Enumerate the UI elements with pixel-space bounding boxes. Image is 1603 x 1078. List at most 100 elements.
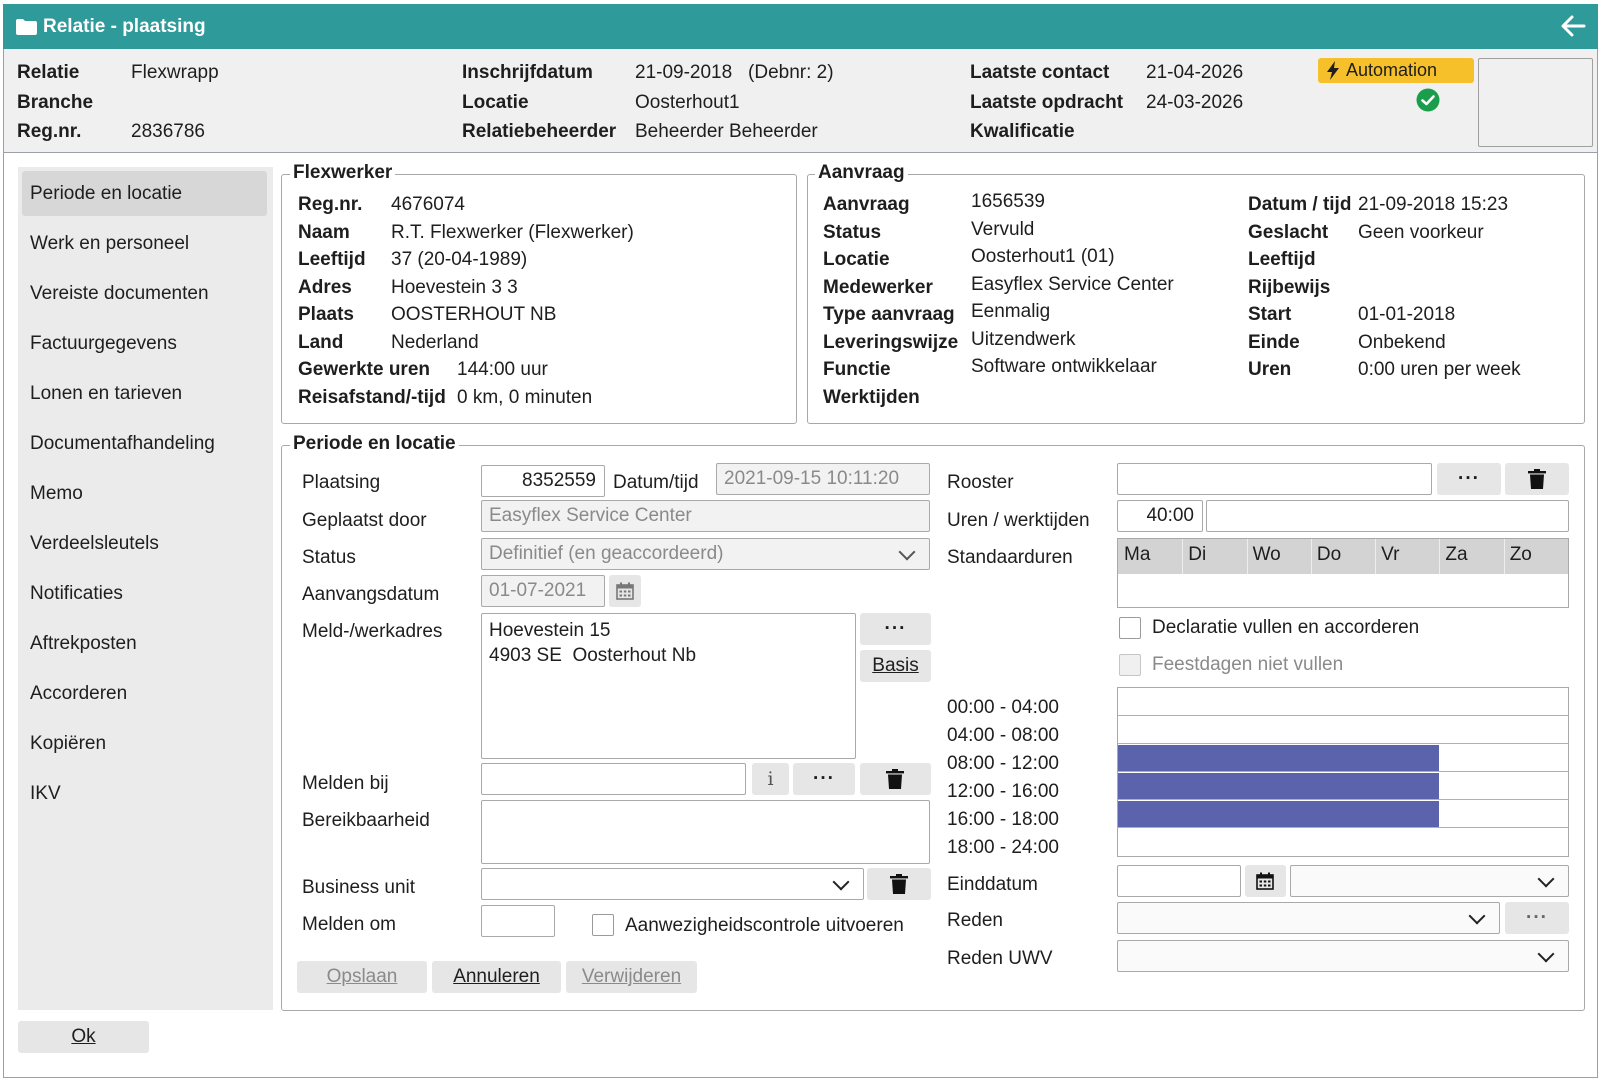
sidebar-item-kopieren[interactable]: Kopiëren (22, 721, 267, 766)
locatie-value: Oosterhout1 (635, 92, 740, 113)
opslaan-button[interactable]: Opslaan (297, 961, 427, 993)
relatie-value: Flexwrapp (131, 62, 219, 83)
rooster-more-button[interactable]: ··· (1437, 463, 1501, 495)
fw-regnr-label: Reg.nr. (298, 194, 363, 215)
chevron-down-icon (1537, 945, 1555, 963)
time-slot-label: 12:00 - 16:00 (947, 781, 1059, 802)
fw-reisafstand-label: Reisafstand/-tijd (298, 387, 446, 408)
chevron-down-icon (898, 543, 916, 561)
datumtijd-field[interactable]: 2021-09-15 10:11:20 (716, 463, 930, 495)
schedule-row[interactable] (1118, 688, 1568, 716)
av-rijbewijs-label: Rijbewijs (1248, 277, 1331, 298)
bereikbaarheid-textarea[interactable] (481, 800, 930, 864)
schedule-row[interactable] (1118, 716, 1568, 744)
schedule-row[interactable] (1118, 800, 1568, 828)
plaatsing-field[interactable]: 8352559 (481, 465, 605, 497)
sidebar-item-werk-en-personeel[interactable]: Werk en personeel (22, 221, 267, 266)
inschrijfdatum-label: Inschrijfdatum (462, 62, 593, 83)
regnr-value: 2836786 (131, 121, 205, 142)
meldadres-more-button[interactable]: ··· (860, 613, 931, 645)
av-type-value: Eenmalig (971, 301, 1051, 322)
schedule-row[interactable] (1118, 744, 1568, 772)
automation-badge[interactable]: Automation (1318, 58, 1474, 83)
schedule-fill-bar[interactable] (1118, 773, 1439, 799)
sidebar-item-documentafhandeling[interactable]: Documentafhandeling (22, 421, 267, 466)
schedule-row[interactable] (1118, 772, 1568, 800)
regnr-label: Reg.nr. (17, 121, 82, 142)
einddatum-field[interactable] (1117, 865, 1241, 897)
reden-uwv-select[interactable] (1117, 940, 1569, 972)
business-unit-label: Business unit (302, 877, 416, 898)
back-arrow-icon[interactable] (1560, 14, 1586, 38)
reden-more-button[interactable]: ··· (1505, 902, 1569, 934)
meldadres-label: Meld-/werkadres (302, 621, 443, 642)
laatste-contact-value: 21-04-2026 (1146, 62, 1244, 83)
sidebar-item-ikv[interactable]: IKV (22, 771, 267, 816)
basis-button[interactable]: Basis (860, 650, 931, 682)
reden-select[interactable] (1117, 902, 1500, 934)
meldadres-line1: Hoevestein 15 (489, 620, 611, 641)
time-slot-label: 04:00 - 08:00 (947, 725, 1059, 746)
day-separator (1182, 539, 1184, 574)
info-button[interactable]: i (752, 763, 789, 795)
status-value: Definitief (en geaccordeerd) (489, 543, 724, 564)
uren-field[interactable]: 40:00 (1117, 500, 1203, 532)
geplaatst-door-field[interactable]: Easyflex Service Center (481, 500, 930, 532)
declaratie-checkbox[interactable] (1119, 617, 1141, 639)
fw-land-label: Land (298, 332, 344, 353)
aanvangsdatum-label: Aanvangsdatum (302, 584, 440, 605)
sidebar-item-periode-en-locatie[interactable]: Periode en locatie (22, 171, 267, 216)
reden-label: Reden (947, 910, 1003, 931)
schedule-fill-bar[interactable] (1118, 745, 1439, 771)
sidebar-item-factuurgegevens[interactable]: Factuurgegevens (22, 321, 267, 366)
schedule-row[interactable] (1118, 828, 1568, 856)
sidebar-item-accorderen[interactable]: Accorderen (22, 671, 267, 716)
sidebar-item-memo[interactable]: Memo (22, 471, 267, 516)
meldadres-textarea[interactable]: Hoevestein 15 4903 SE Oosterhout Nb (481, 613, 856, 759)
fw-plaats-value: OOSTERHOUT NB (391, 304, 557, 325)
relatiebeheerder-label: Relatiebeheerder (462, 121, 617, 142)
einddatum-select[interactable] (1290, 865, 1569, 897)
day-separator (1375, 539, 1377, 574)
rooster-field[interactable] (1117, 463, 1432, 495)
melden-bij-more-button[interactable]: ··· (793, 763, 855, 795)
ok-button[interactable]: Ok (18, 1021, 149, 1053)
melden-bij-delete-button[interactable] (860, 763, 931, 795)
status-select[interactable]: Definitief (en geaccordeerd) (481, 538, 930, 570)
av-einde-value: Onbekend (1358, 332, 1446, 353)
photo-placeholder[interactable] (1478, 58, 1593, 147)
einddatum-calendar-button[interactable] (1245, 865, 1286, 897)
fw-plaats-label: Plaats (298, 304, 354, 325)
av-uren-value: 0:00 uren per week (1358, 359, 1521, 380)
business-unit-delete-button[interactable] (867, 868, 931, 900)
sidebar-item-aftrekposten[interactable]: Aftrekposten (22, 621, 267, 666)
kwalificatie-label: Kwalificatie (970, 121, 1075, 142)
days-header (1118, 539, 1568, 574)
aanvangsdatum-calendar-button[interactable] (609, 575, 641, 607)
melden-om-field[interactable] (481, 905, 555, 937)
schedule-grid[interactable] (1117, 687, 1569, 857)
plaatsing-label: Plaatsing (302, 472, 381, 493)
calendar-icon (616, 582, 634, 600)
laatste-opdracht-value: 24-03-2026 (1146, 92, 1244, 113)
annuleren-button[interactable]: Annuleren (432, 961, 561, 993)
flexwerker-legend: Flexwerker (290, 162, 396, 184)
aanwezigheid-checkbox[interactable] (592, 914, 614, 936)
sidebar-item-vereiste-documenten[interactable]: Vereiste documenten (22, 271, 267, 316)
verwijderen-button[interactable]: Verwijderen (566, 961, 697, 993)
feestdagen-checkbox[interactable] (1119, 654, 1141, 676)
av-locatie-label: Locatie (823, 249, 890, 270)
av-locatie-value: Oosterhout1 (01) (971, 246, 1115, 267)
sidebar-item-notificaties[interactable]: Notificaties (22, 571, 267, 616)
fw-naam-label: Naam (298, 222, 350, 243)
werktijden-field[interactable] (1206, 500, 1569, 532)
schedule-fill-bar[interactable] (1118, 801, 1439, 827)
time-slot-label: 00:00 - 04:00 (947, 697, 1059, 718)
fw-adres-label: Adres (298, 277, 352, 298)
business-unit-select[interactable] (481, 868, 864, 900)
rooster-delete-button[interactable] (1505, 463, 1569, 495)
sidebar-item-verdeelsleutels[interactable]: Verdeelsleutels (22, 521, 267, 566)
melden-bij-field[interactable] (481, 763, 746, 795)
aanvangsdatum-field[interactable]: 01-07-2021 (481, 575, 605, 607)
sidebar-item-lonen-en-tarieven[interactable]: Lonen en tarieven (22, 371, 267, 416)
